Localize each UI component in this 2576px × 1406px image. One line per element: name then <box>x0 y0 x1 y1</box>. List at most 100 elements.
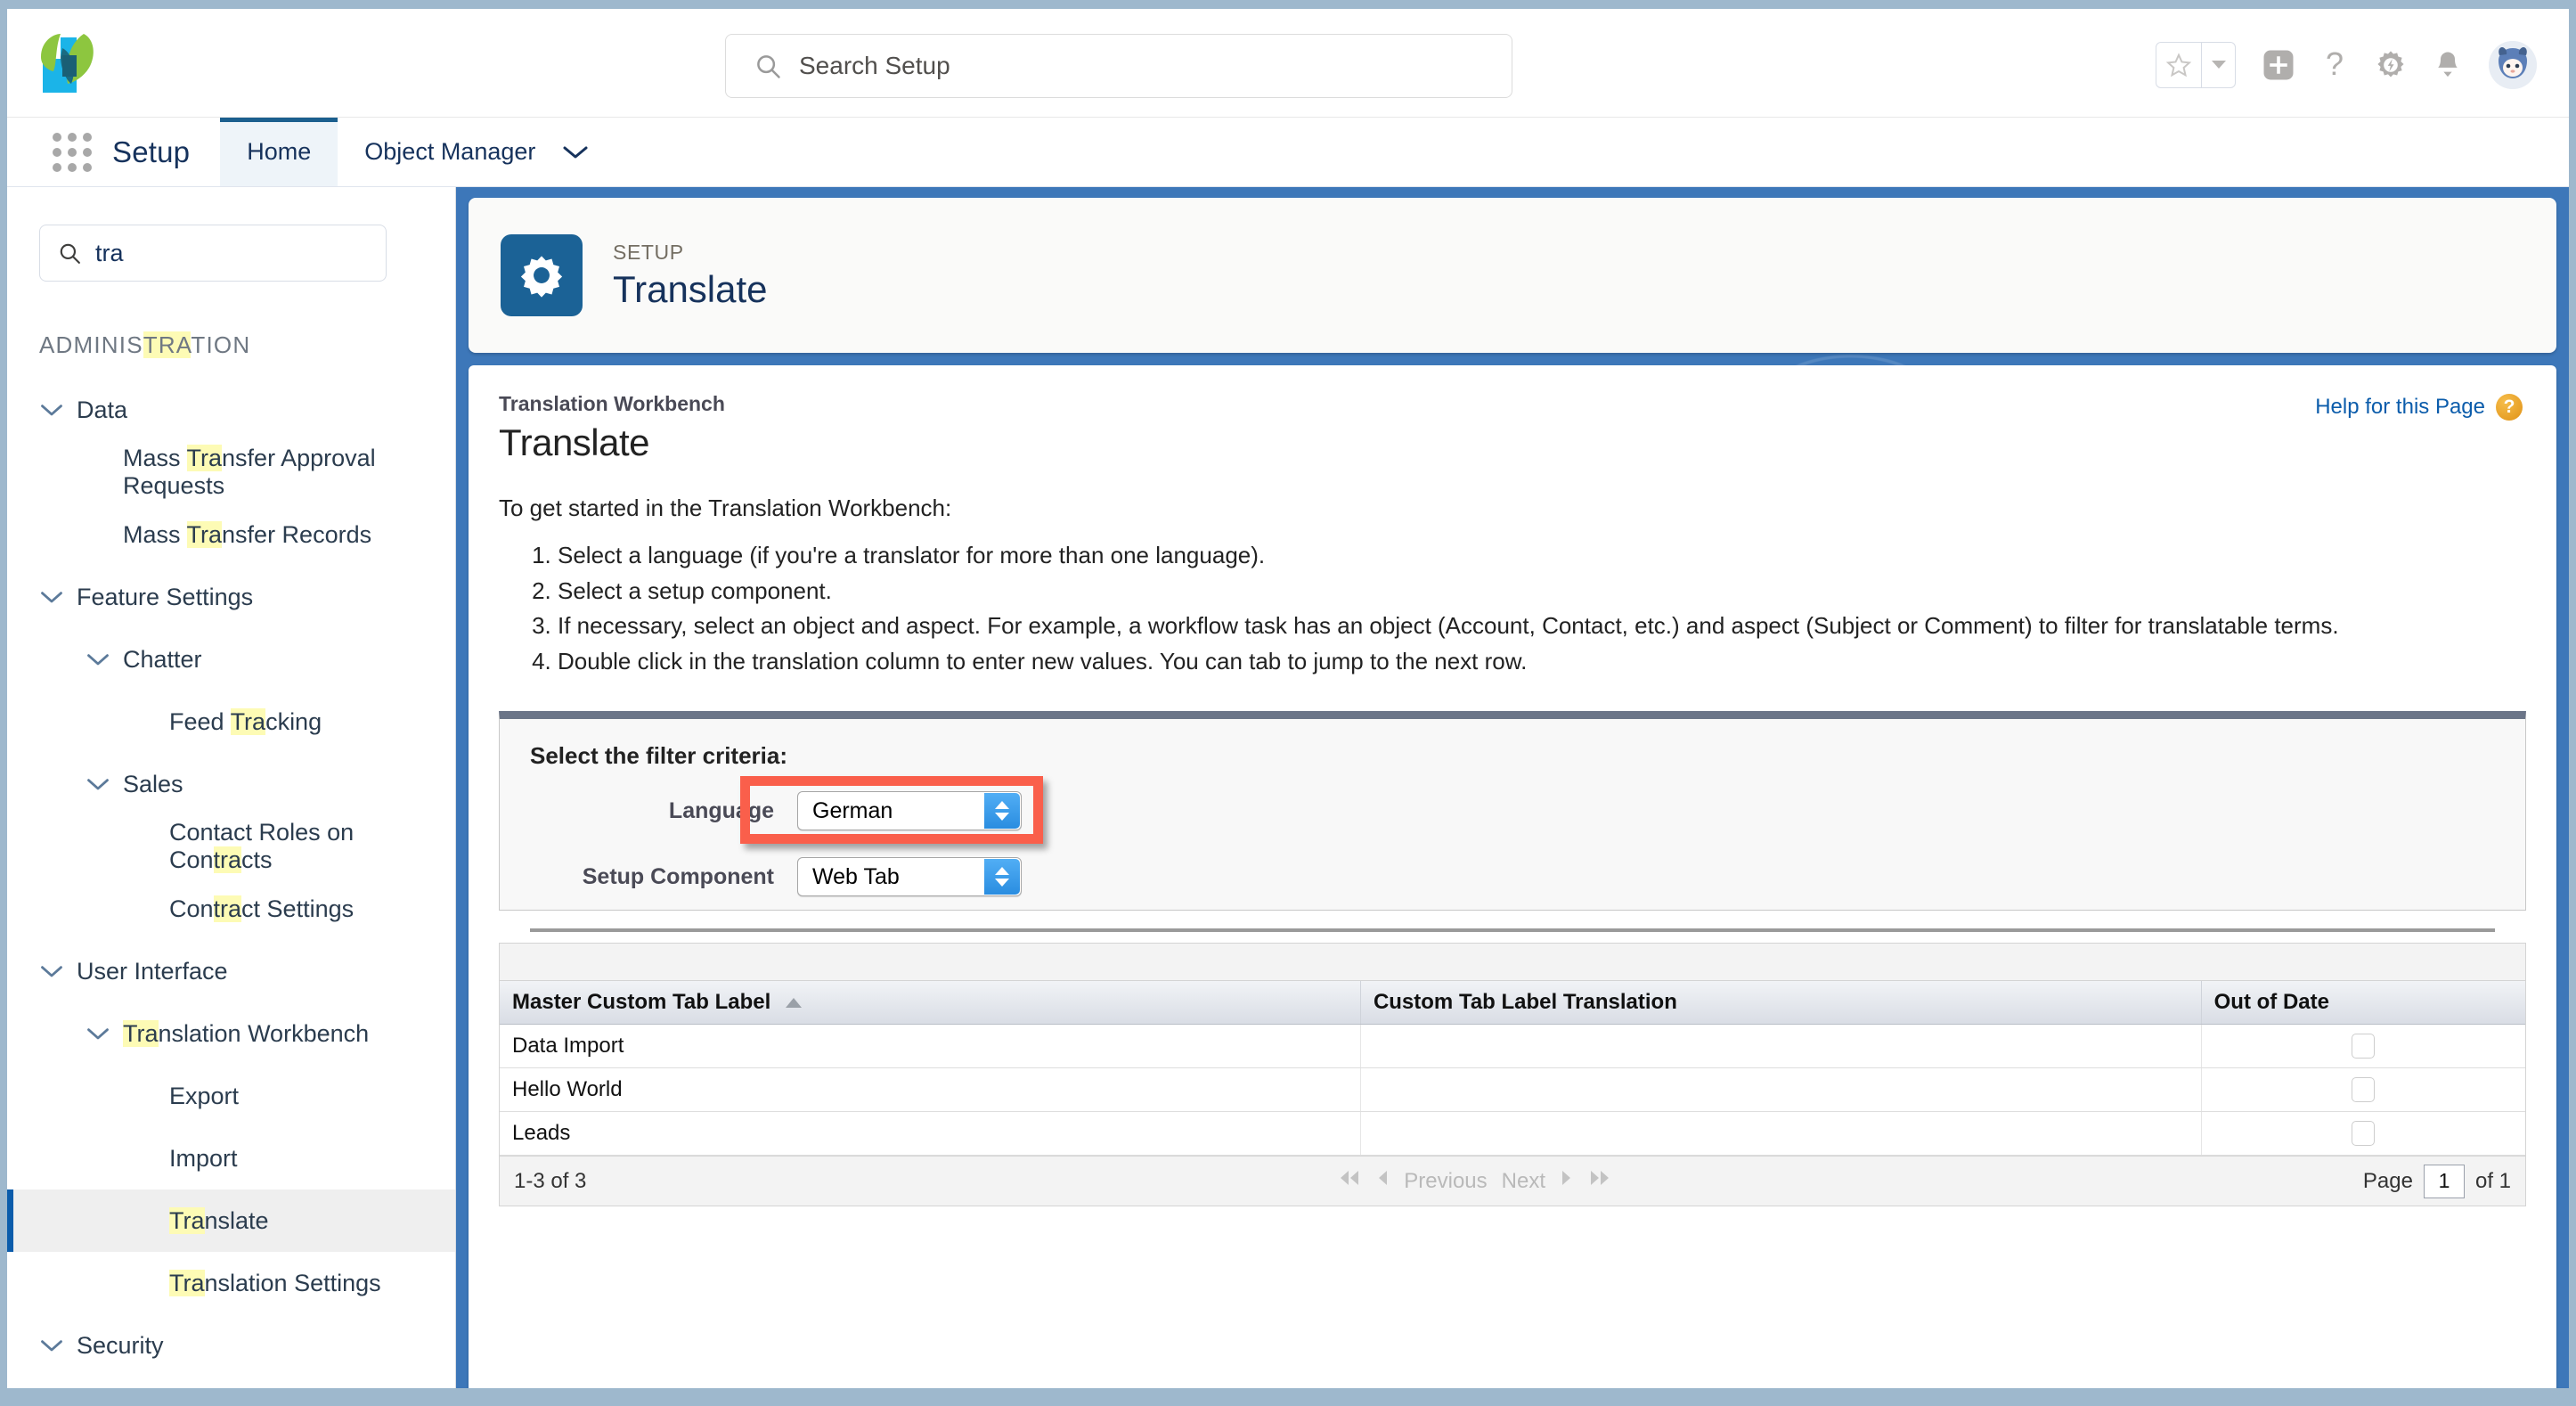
sidebar-item-label: Data <box>77 396 128 423</box>
sidebar-item-feed-tracking[interactable]: Feed Tracking <box>7 691 455 753</box>
sidebar-item-security[interactable]: Security <box>7 1314 455 1377</box>
setup-component-select-value: Web Tab <box>812 863 900 889</box>
app-launcher-icon[interactable] <box>52 132 93 172</box>
sidebar-item-translation-settings[interactable]: Translation Settings <box>7 1252 455 1314</box>
step-item: Select a language (if you're a translato… <box>558 538 2526 574</box>
out-of-date-checkbox[interactable] <box>2352 1121 2376 1147</box>
filter-panel-title: Select the filter criteria: <box>530 742 787 770</box>
chevron-down-icon[interactable] <box>86 1021 110 1046</box>
cell-out-of-date <box>2201 1111 2525 1157</box>
help-for-this-page-link[interactable]: Help for this Page ? <box>2315 394 2523 421</box>
sidebar-item-label: Security <box>77 1331 164 1359</box>
sidebar-item-label: Feature Settings <box>77 583 254 610</box>
page-selector: Page of 1 <box>2362 1164 2511 1198</box>
sidebar-item-user-interface[interactable]: User Interface <box>7 940 455 1002</box>
bell-icon[interactable] <box>2433 49 2462 81</box>
sidebar-item-mass-transfer-approval-requests[interactable]: Mass Transfer Approval Requests <box>7 441 455 503</box>
cell-master-label: Data Import <box>500 1024 1361 1069</box>
column-header-master-custom-tab-label[interactable]: Master Custom Tab Label <box>500 981 1361 1026</box>
sidebar-item-label: Contract Settings <box>169 895 355 922</box>
chevron-down-icon[interactable] <box>2201 43 2235 87</box>
sidebar-item-label: Import <box>169 1144 238 1172</box>
cell-translation[interactable] <box>1360 1024 2202 1069</box>
chevron-down-icon[interactable] <box>86 647 110 672</box>
sidebar-item-translate[interactable]: Translate <box>7 1189 455 1252</box>
cell-out-of-date <box>2201 1024 2525 1069</box>
quick-find-input[interactable] <box>95 239 345 267</box>
previous-page-icon[interactable] <box>1375 1168 1390 1194</box>
svg-text:?: ? <box>2326 49 2344 81</box>
gear-bolt-icon[interactable] <box>2375 49 2407 81</box>
setup-component-select[interactable]: Web Tab <box>797 857 1022 897</box>
sidebar-item-label: Export <box>169 1082 240 1109</box>
tab-object-manager[interactable]: Object Manager <box>338 118 562 186</box>
sidebar-item-contract-settings[interactable]: Contract Settings <box>7 878 455 940</box>
sidebar-item-label: Translation Settings <box>169 1269 381 1296</box>
sidebar-item-data[interactable]: Data <box>7 379 455 441</box>
chevron-down-icon[interactable] <box>39 397 64 422</box>
chevron-down-icon[interactable] <box>39 959 64 984</box>
page-number-input[interactable] <box>2423 1164 2465 1198</box>
chevron-down-icon[interactable] <box>86 772 110 797</box>
table-row[interactable]: Data Import <box>500 1024 2525 1069</box>
page-label: Page <box>2362 1168 2413 1193</box>
column-header-out-of-date[interactable]: Out of Date <box>2201 981 2525 1026</box>
table-toolbar <box>500 944 2525 982</box>
sidebar-item-chatter[interactable]: Chatter <box>7 628 455 691</box>
global-search-box[interactable] <box>725 34 1512 98</box>
previous-page-link[interactable]: Previous <box>1404 1169 1487 1194</box>
setup-app-name: Setup <box>112 135 191 168</box>
tab-object-manager-label: Object Manager <box>364 138 536 165</box>
cell-master-label: Hello World <box>500 1067 1361 1113</box>
language-select[interactable]: German <box>797 791 1022 831</box>
cell-translation[interactable] <box>1360 1067 2202 1113</box>
cell-master-label: Leads <box>500 1111 1361 1157</box>
search-icon <box>754 53 781 79</box>
body-area: ADMINISTRATION Data Mass Transfer Approva… <box>7 187 2569 1388</box>
sidebar-item-label: Chatter <box>123 645 202 673</box>
sidebar-item-label: Contact Roles on Contracts <box>169 819 355 873</box>
table-footer: 1-3 of 3 Previous Next Page 1 of 1 <box>500 1156 2525 1206</box>
language-filter-row: Language German <box>530 786 2495 836</box>
sidebar-item-label: Mass Transfer Records <box>123 520 372 548</box>
sidebar-item-contact-roles-on-contracts[interactable]: Contact Roles on Contracts <box>7 815 455 878</box>
table-row[interactable]: Leads <box>500 1111 2525 1157</box>
last-page-icon[interactable] <box>1588 1168 1611 1194</box>
favorites-control[interactable] <box>2156 42 2236 88</box>
salesforce-cloud-logo-icon[interactable] <box>37 32 102 98</box>
column-header-custom-tab-label-translation[interactable]: Custom Tab Label Translation <box>1360 981 2202 1026</box>
column-label: Master Custom Tab Label <box>512 990 771 1015</box>
select-stepper-arrows-icon[interactable] <box>984 859 1020 895</box>
language-label: Language <box>668 797 774 823</box>
tab-home[interactable]: Home <box>220 118 338 186</box>
tab-home-label: Home <box>247 138 312 165</box>
chevron-down-icon[interactable] <box>39 1333 64 1358</box>
setup-component-label: Setup Component <box>582 863 774 889</box>
sidebar-item-export[interactable]: Export <box>7 1065 455 1127</box>
sidebar-item-translation-workbench[interactable]: Translation Workbench <box>7 1002 455 1065</box>
quick-find-box[interactable] <box>39 225 387 282</box>
step-item: If necessary, select an object and aspec… <box>558 609 2526 644</box>
add-plus-button[interactable] <box>2262 49 2295 81</box>
chevron-down-icon[interactable] <box>39 584 64 609</box>
next-page-icon[interactable] <box>1560 1168 1574 1194</box>
first-page-icon[interactable] <box>1338 1168 1361 1194</box>
content-card: Help for this Page ? Translation Workben… <box>469 365 2556 1388</box>
sidebar-item-import[interactable]: Import <box>7 1127 455 1189</box>
table-row[interactable]: Hello World <box>500 1067 2525 1113</box>
cell-translation[interactable] <box>1360 1111 2202 1157</box>
next-page-link[interactable]: Next <box>1502 1169 1545 1194</box>
out-of-date-checkbox[interactable] <box>2352 1077 2376 1103</box>
sidebar-item-feature-settings[interactable]: Feature Settings <box>7 566 455 628</box>
help-link-label: Help for this Page <box>2315 395 2485 419</box>
cell-out-of-date <box>2201 1067 2525 1113</box>
select-stepper-arrows-icon[interactable] <box>984 793 1020 830</box>
sidebar-item-mass-transfer-records[interactable]: Mass Transfer Records <box>7 503 455 566</box>
global-search-input[interactable] <box>799 52 1423 80</box>
avatar[interactable] <box>2489 41 2537 89</box>
out-of-date-checkbox[interactable] <box>2352 1034 2376 1059</box>
question-mark-icon[interactable]: ? <box>2321 49 2348 81</box>
star-outline-icon[interactable] <box>2156 43 2201 87</box>
sidebar-item-sales[interactable]: Sales <box>7 753 455 815</box>
chevron-down-icon[interactable] <box>562 118 612 186</box>
